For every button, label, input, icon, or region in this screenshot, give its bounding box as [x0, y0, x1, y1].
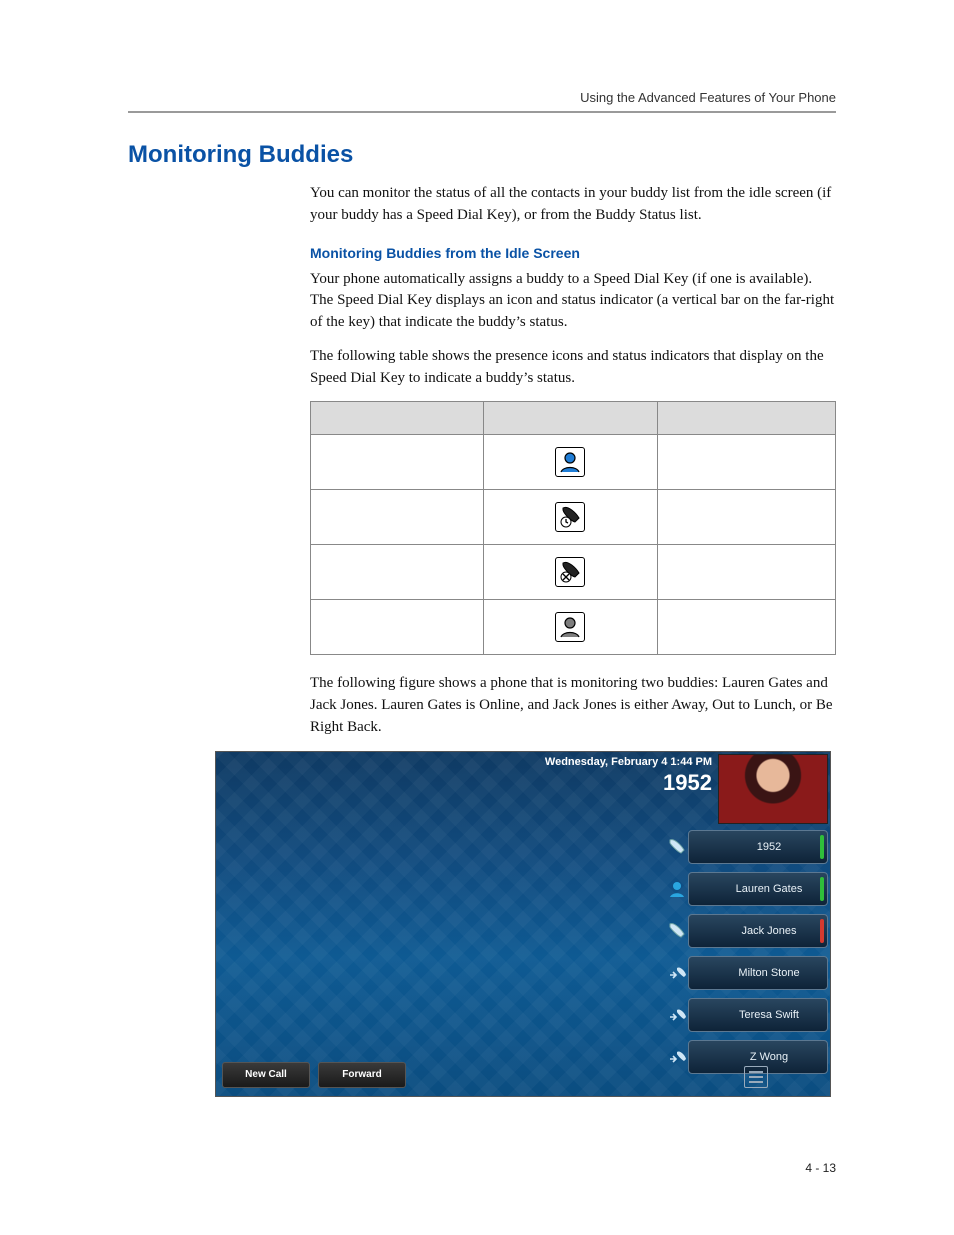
figure-datetime: Wednesday, February 4 1:44 PM	[545, 756, 712, 769]
paragraph: You can monitor the status of all the co…	[310, 183, 836, 227]
status-bar	[820, 919, 824, 943]
table-row	[311, 545, 836, 600]
speeddial-icon	[667, 963, 687, 983]
handset-icon	[667, 837, 687, 857]
person-offline-icon	[555, 612, 585, 642]
table-row	[311, 490, 836, 545]
status-bar	[820, 835, 824, 859]
menu-icon[interactable]	[744, 1066, 768, 1088]
avatar	[718, 754, 828, 824]
figure-extension: 1952	[663, 770, 712, 796]
table-row	[311, 600, 836, 655]
speeddial-icon	[667, 1005, 687, 1025]
speed-dial-key[interactable]: Teresa Swift	[688, 998, 828, 1032]
status-bar	[820, 877, 824, 901]
softkey-new-call[interactable]: New Call	[222, 1062, 310, 1088]
person-icon	[667, 879, 687, 899]
page-number: 4 - 13	[805, 1161, 836, 1175]
phone-screenshot-figure: Wednesday, February 4 1:44 PM 1952 1952 …	[215, 751, 831, 1097]
paragraph: Your phone automatically assigns a buddy…	[310, 269, 836, 334]
speed-dial-column: 1952 Lauren Gates Jack Jones Milton Ston…	[688, 830, 828, 1082]
handset-away-icon	[555, 502, 585, 532]
speed-dial-label: Milton Stone	[738, 967, 799, 979]
handset-dnd-icon	[555, 557, 585, 587]
speed-dial-label: Jack Jones	[741, 925, 796, 937]
subsection-heading: Monitoring Buddies from the Idle Screen	[310, 245, 836, 261]
softkey-forward[interactable]: Forward	[318, 1062, 406, 1088]
paragraph: The following table shows the presence i…	[310, 346, 836, 390]
header-rule	[128, 111, 836, 113]
speed-dial-label: Teresa Swift	[739, 1009, 799, 1021]
speed-dial-label: 1952	[757, 841, 781, 853]
status-icon-table	[310, 401, 836, 655]
person-online-icon	[555, 447, 585, 477]
handset-icon	[667, 921, 687, 941]
speed-dial-key[interactable]: 1952	[688, 830, 828, 864]
speed-dial-label: Lauren Gates	[736, 883, 803, 895]
table-row	[311, 435, 836, 490]
speed-dial-key[interactable]: Lauren Gates	[688, 872, 828, 906]
running-header: Using the Advanced Features of Your Phon…	[128, 90, 836, 105]
section-heading: Monitoring Buddies	[128, 141, 836, 169]
speed-dial-key[interactable]: Jack Jones	[688, 914, 828, 948]
paragraph: The following figure shows a phone that …	[310, 673, 836, 738]
speed-dial-key[interactable]: Milton Stone	[688, 956, 828, 990]
